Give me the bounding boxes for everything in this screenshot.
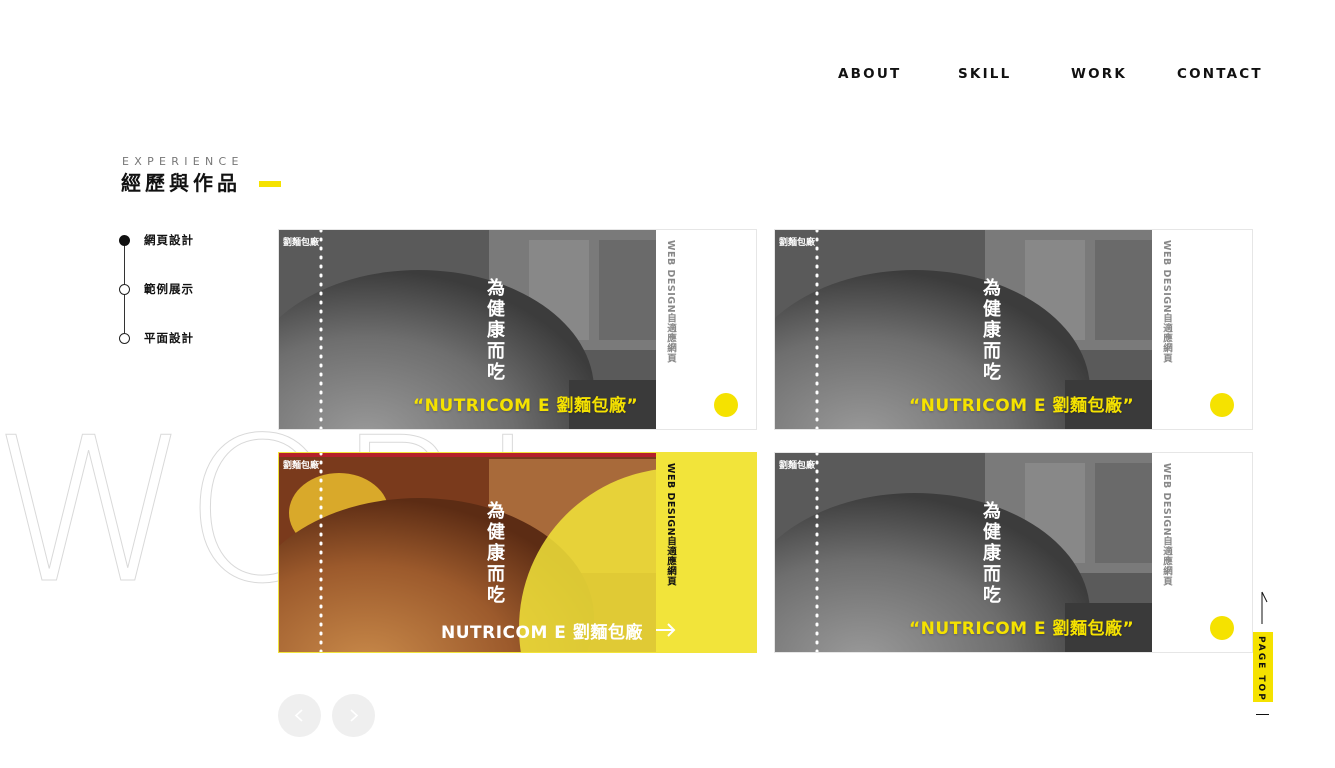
card-tag: WEB DESIGN自適應網頁 [1161, 240, 1172, 364]
card-dotted-line [318, 453, 324, 652]
side-menu-dot [119, 234, 130, 246]
card-dotted-line [814, 453, 820, 652]
work-card[interactable]: 劉麵包廠 為健康而吃 WEB DESIGN自適應網頁 “NUTRICOM E 劉… [774, 229, 1253, 430]
card-logo: 劉麵包廠 [283, 238, 320, 248]
page-top-button[interactable]: PAGE TOP [1253, 632, 1273, 702]
work-card-active[interactable]: 劉麵包廠 為健康而吃 WEB DESIGN自適應網頁 NUTRICOM E 劉麵… [278, 452, 757, 653]
nav-skill[interactable]: SKILL [958, 66, 1011, 82]
card-title: “NUTRICOM E 劉麵包廠” [909, 396, 1135, 416]
side-menu-dot [119, 332, 130, 344]
nav-work[interactable]: WORK [1071, 66, 1127, 82]
title-accent-bar [259, 181, 281, 187]
chevron-right-icon [350, 709, 359, 722]
card-tag: WEB DESIGN自適應網頁 [1161, 463, 1172, 587]
card-title: NUTRICOM E 劉麵包廠 [441, 623, 643, 643]
arrow-right-icon [656, 623, 676, 637]
card-dotted-line [318, 230, 324, 429]
nav-contact[interactable]: CONTACT [1177, 66, 1263, 82]
card-title: “NUTRICOM E 劉麵包廠” [909, 619, 1135, 639]
nav-about[interactable]: ABOUT [838, 66, 901, 82]
prev-button[interactable] [278, 694, 321, 737]
card-logo: 劉麵包廠 [779, 238, 816, 248]
chevron-left-icon [294, 709, 303, 722]
card-title: “NUTRICOM E 劉麵包廠” [413, 396, 639, 416]
side-menu-item-examples[interactable]: 範例展示 [119, 281, 194, 297]
side-menu-dot [119, 283, 130, 295]
side-menu-item-graphic[interactable]: 平面設計 [119, 330, 194, 346]
section-title: 經歷與作品 [121, 171, 241, 195]
card-tag: WEB DESIGN自適應網頁 [665, 240, 676, 364]
side-menu-label: 範例展示 [144, 282, 194, 296]
card-calligraphy: 為健康而吃 [484, 278, 505, 383]
card-tag: WEB DESIGN自適應網頁 [665, 463, 676, 587]
page-top-label: PAGE TOP [1256, 636, 1266, 702]
card-dotted-line [814, 230, 820, 429]
card-yellow-dot [1210, 393, 1234, 417]
work-card[interactable]: 劉麵包廠 為健康而吃 WEB DESIGN自適應網頁 “NUTRICOM E 劉… [278, 229, 757, 430]
card-calligraphy: 為健康而吃 [980, 278, 1001, 383]
side-menu-label: 平面設計 [144, 331, 194, 345]
card-logo: 劉麵包廠 [283, 461, 320, 471]
page-top-underline [1256, 714, 1269, 715]
side-menu-item-web[interactable]: 網頁設計 [119, 232, 194, 248]
card-calligraphy: 為健康而吃 [484, 501, 505, 606]
card-logo: 劉麵包廠 [779, 461, 816, 471]
arrow-up-icon [1261, 591, 1268, 624]
next-button[interactable] [332, 694, 375, 737]
top-nav: ABOUT SKILL WORK CONTACT [0, 66, 1335, 86]
work-card[interactable]: 劉麵包廠 為健康而吃 WEB DESIGN自適應網頁 “NUTRICOM E 劉… [774, 452, 1253, 653]
card-calligraphy: 為健康而吃 [980, 501, 1001, 606]
side-menu-label: 網頁設計 [144, 233, 194, 247]
card-yellow-dot [1210, 616, 1234, 640]
card-yellow-dot [714, 393, 738, 417]
